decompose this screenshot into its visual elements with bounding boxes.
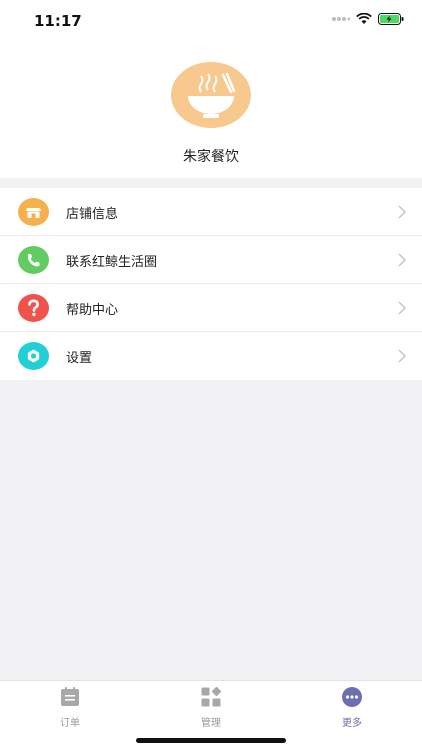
tab-label: 管理: [201, 718, 221, 729]
tab-manage[interactable]: 管理: [181, 686, 241, 729]
menu-item-contact[interactable]: 联系红鲸生活圈: [0, 236, 422, 284]
tab-label: 更多: [342, 718, 362, 729]
store-header: 朱家餐饮: [0, 40, 422, 178]
chevron-right-icon: [398, 253, 406, 267]
gear-icon: [18, 342, 49, 370]
menu-item-settings[interactable]: 设置: [0, 332, 422, 380]
phone-icon: [18, 246, 49, 274]
manage-icon: [201, 686, 222, 707]
menu-item-label: 帮助中心: [66, 303, 119, 318]
home-indicator[interactable]: [136, 738, 286, 743]
status-bar: 11:17: [0, 0, 422, 40]
menu-item-label: 联系红鲸生活圈: [66, 255, 158, 270]
tab-orders[interactable]: 订单: [40, 686, 100, 729]
wifi-icon: [356, 13, 372, 24]
menu-item-label: 设置: [66, 351, 93, 366]
order-icon: [61, 687, 79, 706]
battery-charging-icon: [378, 13, 404, 25]
chevron-right-icon: [398, 349, 406, 363]
signal-icon: [332, 17, 350, 21]
noodle-bowl-icon[interactable]: [171, 62, 251, 128]
status-time: 11:17: [34, 12, 82, 30]
more-icon: [342, 687, 362, 707]
store-info-icon: [18, 198, 49, 226]
chevron-right-icon: [398, 205, 406, 219]
more-menu: 店铺信息 联系红鲸生活圈 帮助中心 设置: [0, 188, 422, 380]
menu-item-label: 店铺信息: [66, 207, 119, 222]
tab-label: 订单: [60, 718, 80, 729]
chevron-right-icon: [398, 301, 406, 315]
menu-item-help[interactable]: 帮助中心: [0, 284, 422, 332]
status-icons: [332, 13, 404, 25]
question-icon: [18, 294, 49, 322]
tab-more[interactable]: 更多: [322, 686, 382, 729]
menu-item-store-info[interactable]: 店铺信息: [0, 188, 422, 236]
store-name: 朱家餐饮: [183, 149, 239, 165]
